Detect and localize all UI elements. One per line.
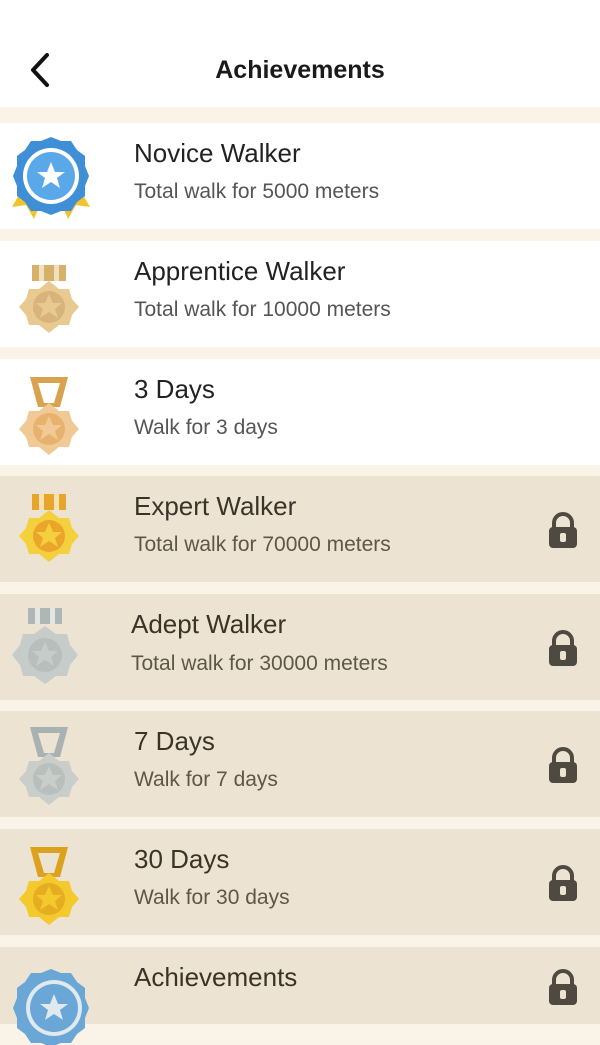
- gold-star-medal-icon: [19, 494, 79, 562]
- silver-ribbon-medal-icon: [19, 727, 79, 805]
- achievement-name: 3 Days: [134, 374, 215, 404]
- gold-ribbon-medal-icon: [19, 847, 79, 925]
- achievement-name: Adept Walker: [131, 609, 287, 639]
- lock-icon: [549, 969, 577, 1005]
- lock-icon: [549, 865, 577, 901]
- achievement-adept-walker[interactable]: Adept Walker Total walk for 30000 meters: [0, 594, 600, 700]
- achievement-description: Walk for 3 days: [134, 416, 278, 439]
- achievement-3-days[interactable]: 3 Days Walk for 3 days: [0, 359, 600, 465]
- achievement-name: 30 Days: [134, 844, 230, 874]
- silver-star-medal-icon: [12, 608, 78, 684]
- achievement-7-days[interactable]: 7 Days Walk for 7 days: [0, 711, 600, 817]
- achievement-description: Walk for 7 days: [134, 768, 278, 791]
- page-title: Achievements: [215, 56, 385, 84]
- achievement-description: Total walk for 70000 meters: [134, 533, 391, 556]
- achievement-description: Walk for 30 days: [134, 886, 290, 909]
- achievement-30-days[interactable]: 30 Days Walk for 30 days: [0, 829, 600, 935]
- achievement-novice-walker[interactable]: Novice Walker Total walk for 5000 meters: [0, 123, 600, 229]
- blue-rosette-medal-icon: [12, 137, 90, 219]
- achievement-name: Novice Walker: [134, 138, 301, 168]
- achievement-achievements[interactable]: Achievements: [0, 947, 600, 1045]
- app-header: Achievements: [0, 0, 600, 107]
- achievement-description: Total walk for 30000 meters: [131, 652, 388, 675]
- lock-icon: [549, 747, 577, 783]
- bronze-ribbon-medal-icon: [19, 377, 79, 455]
- blue-star-medal-icon: [13, 969, 89, 1045]
- achievement-name: Expert Walker: [134, 491, 297, 521]
- lock-icon: [549, 512, 577, 548]
- achievement-name: Achievements: [134, 962, 298, 992]
- achievement-description: Total walk for 5000 meters: [134, 180, 380, 203]
- achievement-description: Total walk for 10000 meters: [134, 298, 391, 321]
- lock-icon: [549, 630, 577, 666]
- achievement-apprentice-walker[interactable]: Apprentice Walker Total walk for 10000 m…: [0, 241, 600, 347]
- achievement-name: 7 Days: [134, 726, 215, 756]
- achievement-expert-walker[interactable]: Expert Walker Total walk for 70000 meter…: [0, 476, 600, 582]
- bronze-star-medal-icon: [19, 265, 79, 333]
- achievement-name: Apprentice Walker: [134, 256, 346, 286]
